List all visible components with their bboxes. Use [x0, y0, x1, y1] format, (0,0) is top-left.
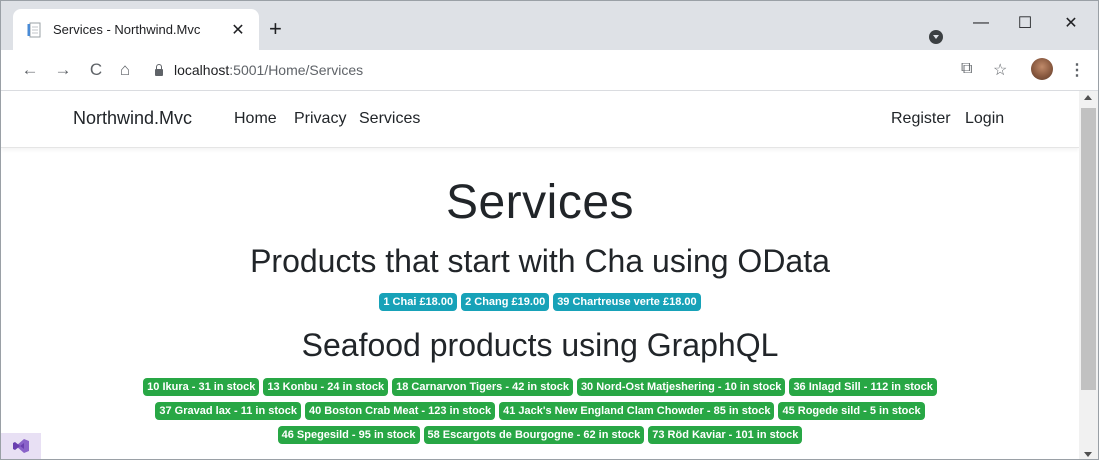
odata-products: 1 Chai £18.00 2 Chang £19.00 39 Chartreu…: [1, 293, 1079, 311]
scroll-down-icon[interactable]: [1084, 452, 1092, 457]
page-scrollbar[interactable]: [1079, 91, 1098, 459]
browser-toolbar: ← → C ⌂ localhost:5001/Home/Services ⧉ ☆…: [1, 50, 1098, 91]
seafood-badge: 41 Jack's New England Clam Chowder - 85 …: [499, 402, 775, 420]
url-text: localhost:5001/Home/Services: [174, 62, 363, 78]
seafood-badge: 13 Konbu - 24 in stock: [263, 378, 389, 396]
address-bar[interactable]: localhost:5001/Home/Services: [146, 55, 1016, 85]
url-path: :5001/Home/Services: [229, 62, 364, 78]
nav-privacy-link[interactable]: Privacy: [294, 110, 346, 128]
browser-window: Services - Northwind.Mvc ✕ + — ☐ ✕ ← → C…: [0, 0, 1099, 460]
product-badge: 39 Chartreuse verte £18.00: [553, 293, 701, 311]
scrollbar-thumb[interactable]: [1081, 108, 1096, 390]
seafood-badge: 30 Nord-Ost Matjeshering - 10 in stock: [576, 378, 786, 396]
tab-strip: Services - Northwind.Mvc ✕ + — ☐ ✕: [1, 1, 1098, 50]
graphql-products-row-3: 46 Spegesild - 95 in stock 58 Escargots …: [1, 426, 1079, 444]
seafood-badge: 40 Boston Crab Meat - 123 in stock: [304, 402, 496, 420]
forward-icon[interactable]: →: [52, 60, 74, 80]
close-tab-icon[interactable]: ✕: [227, 19, 249, 41]
seafood-badge: 18 Carnarvon Tigers - 42 in stock: [392, 378, 573, 396]
seafood-badge: 45 Rogede sild - 5 in stock: [778, 402, 925, 420]
url-host: localhost: [174, 62, 230, 78]
close-window-icon[interactable]: ✕: [1051, 9, 1091, 37]
minimize-icon[interactable]: —: [961, 9, 1001, 37]
page-favicon-icon: [27, 22, 43, 38]
scroll-up-icon[interactable]: [1084, 95, 1092, 100]
product-badge: 2 Chang £19.00: [461, 293, 550, 311]
open-in-new-icon[interactable]: ⧉: [961, 60, 972, 78]
menu-icon[interactable]: ⋮: [1069, 60, 1085, 80]
seafood-badge: 36 Inlagd Sill - 112 in stock: [789, 378, 937, 396]
tab-title: Services - Northwind.Mvc: [53, 22, 201, 37]
lock-icon[interactable]: [154, 64, 164, 76]
home-icon[interactable]: ⌂: [114, 60, 136, 80]
seafood-badge: 58 Escargots de Bourgogne - 62 in stock: [423, 426, 645, 444]
new-tab-icon[interactable]: +: [269, 18, 282, 40]
profile-menu-icon[interactable]: [929, 30, 943, 44]
seafood-badge: 37 Gravad lax - 11 in stock: [155, 402, 301, 420]
page-title: Services: [445, 176, 635, 229]
seafood-badge: 73 Röd Kaviar - 101 in stock: [648, 426, 803, 444]
reload-icon[interactable]: C: [85, 60, 107, 80]
web-page: Northwind.Mvc Home Privacy Services Regi…: [1, 91, 1079, 459]
odata-heading: Products that start with Cha using OData: [250, 243, 830, 279]
product-badge: 1 Chai £18.00: [379, 293, 458, 311]
graphql-products-row-2: 37 Gravad lax - 11 in stock 40 Boston Cr…: [1, 402, 1079, 420]
maximize-icon[interactable]: ☐: [1005, 9, 1045, 37]
site-navbar: Northwind.Mvc Home Privacy Services Regi…: [1, 91, 1079, 148]
seafood-badge: 46 Spegesild - 95 in stock: [277, 426, 420, 444]
visual-studio-icon[interactable]: [1, 433, 41, 459]
back-icon[interactable]: ←: [19, 60, 41, 80]
nav-home-link[interactable]: Home: [234, 110, 277, 128]
login-link[interactable]: Login: [965, 110, 1004, 128]
register-link[interactable]: Register: [891, 110, 951, 128]
graphql-products-row-1: 10 Ikura - 31 in stock 13 Konbu - 24 in …: [1, 378, 1079, 396]
avatar[interactable]: [1031, 58, 1053, 80]
browser-tab[interactable]: Services - Northwind.Mvc ✕: [13, 9, 259, 50]
star-icon[interactable]: ☆: [993, 60, 1007, 80]
graphql-heading: Seafood products using GraphQL: [301, 327, 779, 363]
nav-services-link[interactable]: Services: [359, 110, 420, 128]
brand-link[interactable]: Northwind.Mvc: [73, 108, 192, 129]
seafood-badge: 10 Ikura - 31 in stock: [143, 378, 260, 396]
